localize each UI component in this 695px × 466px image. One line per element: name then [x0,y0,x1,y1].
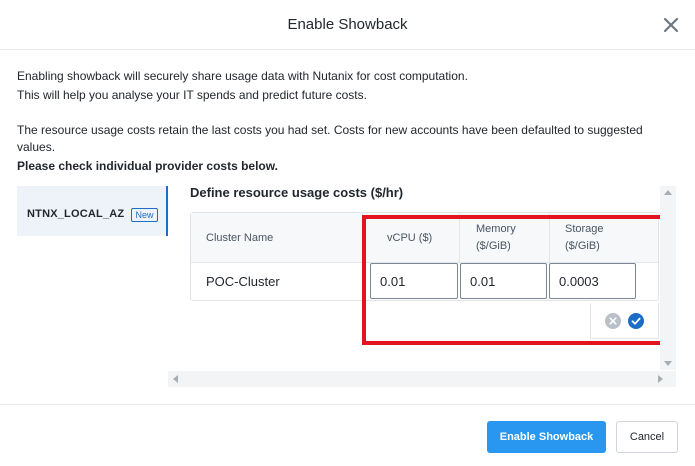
close-icon[interactable] [660,14,682,36]
column-divider [362,213,363,263]
scroll-right-icon[interactable] [658,375,663,383]
memory-cost-input[interactable] [460,263,547,299]
new-badge: New [131,208,158,222]
storage-cost-input[interactable] [549,263,636,299]
column-storage-unit: ($/GiB) [565,240,600,252]
table-header-row: Cluster Name vCPU ($) Memory ($/GiB) Sto… [191,213,658,263]
check-circle-icon[interactable] [628,313,644,329]
scroll-up-icon[interactable] [664,190,672,195]
description-line-4: values. [17,140,56,154]
scroll-left-icon[interactable] [173,375,178,383]
column-divider [459,213,460,263]
vertical-scrollbar[interactable] [660,186,676,370]
cancel-circle-icon[interactable] [605,313,621,329]
row-actions [590,303,659,339]
description-note: Please check individual provider costs b… [17,159,278,173]
enable-showback-button[interactable]: Enable Showback [487,421,606,453]
column-storage-title: Storage [565,223,604,235]
scroll-down-icon[interactable] [664,361,672,366]
cancel-button[interactable]: Cancel [616,421,678,453]
column-cluster-name: Cluster Name [206,232,274,244]
horizontal-scrollbar[interactable] [168,371,676,387]
description-line-3: The resource usage costs retain the last… [17,123,643,137]
column-memory-unit: ($/GiB) [476,240,511,252]
dialog-title: Enable Showback [287,16,408,33]
column-memory-title: Memory [476,223,516,235]
column-vcpu: vCPU ($) [387,232,433,244]
description-line-1: Enabling showback will securely share us… [17,69,468,83]
cluster-name-cell: POC-Cluster [206,274,280,289]
vcpu-cost-input[interactable] [370,263,458,299]
provider-name: NTNX_LOCAL_AZ [27,208,125,220]
description-line-2: This will help you analyse your IT spend… [17,88,367,102]
column-divider [549,213,550,263]
costs-heading: Define resource usage costs ($/hr) [190,185,404,200]
dialog-header: Enable Showback [0,0,695,50]
